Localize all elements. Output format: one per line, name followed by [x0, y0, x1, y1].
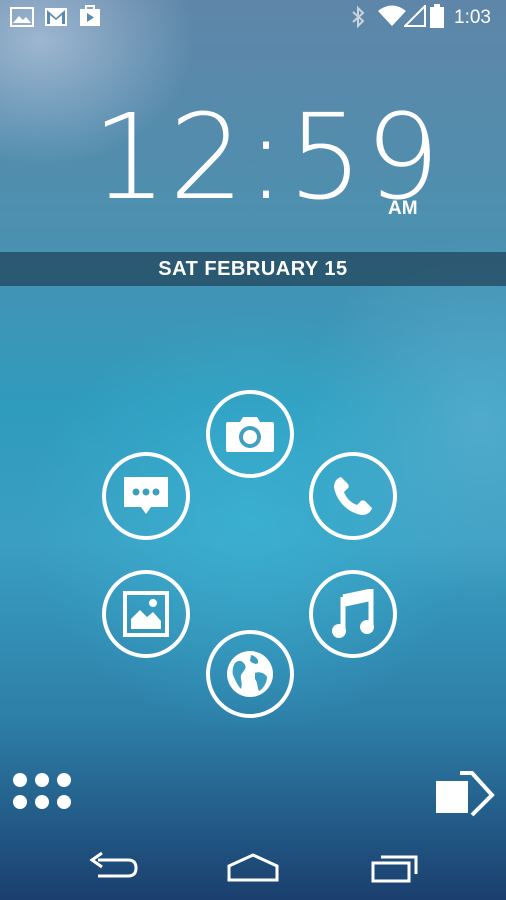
- music-shortcut[interactable]: [309, 570, 397, 658]
- phone-shortcut[interactable]: [309, 452, 397, 540]
- gallery-icon: [123, 591, 169, 637]
- phone-icon: [334, 477, 372, 515]
- unlock-arrow-icon[interactable]: [434, 765, 496, 817]
- clock-ampm: AM: [388, 198, 418, 219]
- bluetooth-icon: [352, 5, 365, 29]
- browser-globe-icon: [227, 651, 273, 697]
- battery-icon: [430, 4, 444, 28]
- date-label: SAT FEBRUARY 15: [158, 258, 348, 280]
- wifi-icon: [378, 5, 406, 26]
- navigation-bar: [0, 830, 506, 900]
- back-icon[interactable]: [88, 852, 138, 882]
- gallery-notification-icon: [10, 7, 34, 27]
- messaging-shortcut[interactable]: [102, 452, 190, 540]
- date-bar: SAT FEBRUARY 15: [0, 252, 506, 286]
- gmail-notification-icon: [45, 8, 67, 26]
- recents-icon[interactable]: [370, 852, 420, 884]
- signal-icon: [404, 5, 426, 27]
- home-icon[interactable]: [226, 852, 280, 884]
- play-store-notification-icon: [80, 5, 100, 26]
- messaging-icon: [124, 477, 168, 514]
- camera-icon: [226, 417, 274, 452]
- gallery-shortcut[interactable]: [102, 570, 190, 658]
- status-bar: 1:03: [0, 0, 506, 34]
- music-icon: [332, 589, 374, 638]
- camera-shortcut[interactable]: [206, 390, 294, 478]
- status-time: 1:03: [454, 7, 491, 28]
- browser-shortcut[interactable]: [206, 630, 294, 718]
- app-drawer-icon[interactable]: [12, 772, 72, 810]
